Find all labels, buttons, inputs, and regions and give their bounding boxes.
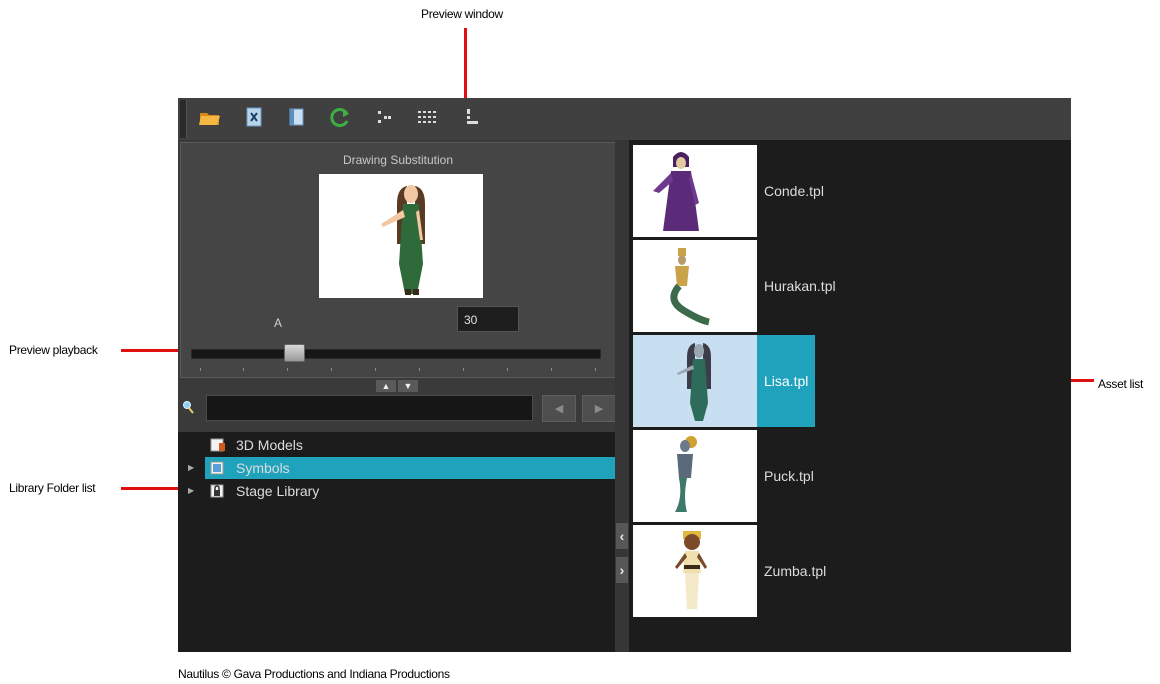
playback-slider-thumb[interactable] bbox=[284, 344, 306, 362]
folder-item-stage-library[interactable]: ▶ Stage Library bbox=[178, 480, 615, 502]
asset-item-puck[interactable]: Puck.tpl bbox=[633, 430, 819, 522]
preview-character-image bbox=[381, 185, 425, 295]
list-view-button[interactable] bbox=[414, 105, 442, 133]
collapse-preview-button[interactable]: ▲ bbox=[376, 380, 396, 392]
asset-name: Conde.tpl bbox=[764, 183, 824, 199]
callout-preview-window: Preview window bbox=[421, 7, 503, 21]
folder-label: Symbols bbox=[236, 460, 290, 476]
preview-panel: Drawing Substitution A 30 bbox=[180, 142, 616, 378]
list-view-icon bbox=[418, 110, 438, 129]
chevron-left-icon: ‹ bbox=[619, 528, 625, 544]
collapse-left-button[interactable]: ‹ bbox=[616, 523, 628, 549]
slider-tick bbox=[200, 368, 201, 371]
zumba-character-image bbox=[675, 531, 707, 609]
details-view-icon bbox=[375, 108, 393, 131]
asset-thumbnail bbox=[633, 145, 757, 237]
folder-item-symbols[interactable]: ▶ Symbols bbox=[178, 457, 615, 479]
callout-preview-playback: Preview playback bbox=[9, 343, 98, 357]
expand-arrow-icon[interactable]: ▶ bbox=[188, 486, 194, 495]
asset-thumbnail bbox=[633, 335, 757, 427]
close-library-icon bbox=[244, 106, 264, 133]
chevron-right-icon: › bbox=[619, 562, 625, 578]
playback-slider-track[interactable] bbox=[191, 349, 601, 359]
slider-tick bbox=[463, 368, 464, 371]
folder-label: 3D Models bbox=[236, 437, 303, 453]
slider-tick bbox=[375, 368, 376, 371]
frame-number-field[interactable]: 30 bbox=[457, 306, 519, 332]
image-credit: Nautilus © Gava Productions and Indiana … bbox=[178, 667, 450, 681]
left-pane: Drawing Substitution A 30 ▲ ▼ ◀ ▶ 3D Mod… bbox=[178, 140, 616, 652]
preview-title: Drawing Substitution bbox=[342, 153, 454, 167]
pane-splitter[interactable]: ‹ › bbox=[615, 140, 629, 652]
new-folder-button[interactable] bbox=[282, 105, 310, 133]
search-row: ◀ ▶ bbox=[178, 394, 616, 428]
search-next-button[interactable]: ▶ bbox=[582, 395, 616, 422]
asset-name: Zumba.tpl bbox=[764, 563, 827, 579]
asset-thumbnail bbox=[633, 430, 757, 522]
symbols-folder-icon bbox=[210, 460, 226, 476]
stage-library-folder-icon bbox=[210, 483, 226, 499]
slider-tick bbox=[331, 368, 332, 371]
asset-thumbnail bbox=[633, 240, 757, 332]
slider-tick bbox=[419, 368, 420, 371]
asset-item-conde[interactable]: Conde.tpl bbox=[633, 145, 824, 237]
chevron-up-icon: ▲ bbox=[381, 381, 391, 391]
library-folder-list: 3D Models ▶ Symbols ▶ Stage Library bbox=[178, 432, 615, 652]
collapse-right-button[interactable]: › bbox=[616, 557, 628, 583]
refresh-button[interactable] bbox=[326, 105, 354, 133]
folder-item-3d-models[interactable]: 3D Models bbox=[178, 434, 615, 456]
preview-window bbox=[319, 174, 483, 298]
3d-models-folder-icon bbox=[210, 437, 226, 453]
chevron-down-icon: ▼ bbox=[403, 381, 413, 391]
new-folder-icon bbox=[286, 106, 306, 133]
puck-character-image bbox=[675, 436, 697, 512]
search-icon bbox=[182, 400, 194, 419]
folder-label: Stage Library bbox=[236, 483, 320, 499]
library-toolbar bbox=[178, 98, 1071, 140]
toolbar-grip[interactable] bbox=[180, 100, 187, 138]
asset-name: Puck.tpl bbox=[764, 468, 814, 484]
refresh-icon bbox=[328, 105, 352, 134]
preview-collapse-controls: ▲ ▼ bbox=[366, 380, 428, 392]
asset-name: Lisa.tpl bbox=[764, 373, 809, 389]
frame-label: A bbox=[274, 316, 283, 330]
slider-tick bbox=[551, 368, 552, 371]
asset-name: Hurakan.tpl bbox=[764, 278, 836, 294]
hurakan-character-image bbox=[670, 248, 710, 326]
callout-line-library-folder-list bbox=[121, 487, 179, 490]
thumbnails-view-icon bbox=[464, 107, 480, 132]
details-view-button[interactable] bbox=[370, 105, 398, 133]
asset-list: Conde.tpl Hurakan.tpl Lisa.tpl Puck.tpl … bbox=[629, 140, 1071, 652]
asset-item-hurakan[interactable]: Hurakan.tpl bbox=[633, 240, 836, 332]
expand-arrow-icon[interactable]: ▶ bbox=[188, 463, 194, 472]
arrow-right-icon: ▶ bbox=[594, 403, 604, 415]
slider-tick bbox=[507, 368, 508, 371]
slider-tick bbox=[287, 368, 288, 371]
thumbnails-view-button[interactable] bbox=[458, 105, 486, 133]
asset-thumbnail bbox=[633, 525, 757, 617]
asset-item-lisa[interactable]: Lisa.tpl bbox=[633, 335, 819, 427]
slider-tick bbox=[243, 368, 244, 371]
asset-item-zumba[interactable]: Zumba.tpl bbox=[633, 525, 826, 617]
search-input[interactable] bbox=[206, 395, 533, 421]
lisa-character-image bbox=[677, 343, 711, 421]
open-folder-icon bbox=[198, 107, 222, 132]
callout-line-preview-playback bbox=[121, 349, 179, 352]
library-view: Drawing Substitution A 30 ▲ ▼ ◀ ▶ 3D Mod… bbox=[178, 98, 1071, 652]
callout-library-folder-list: Library Folder list bbox=[9, 481, 96, 495]
close-library-button[interactable] bbox=[240, 105, 268, 133]
expand-preview-button[interactable]: ▼ bbox=[398, 380, 418, 392]
slider-tick bbox=[595, 368, 596, 371]
open-library-button[interactable] bbox=[196, 105, 224, 133]
conde-character-image bbox=[653, 152, 699, 231]
arrow-left-icon: ◀ bbox=[554, 403, 564, 415]
callout-asset-list: Asset list bbox=[1098, 377, 1144, 391]
search-previous-button[interactable]: ◀ bbox=[542, 395, 576, 422]
